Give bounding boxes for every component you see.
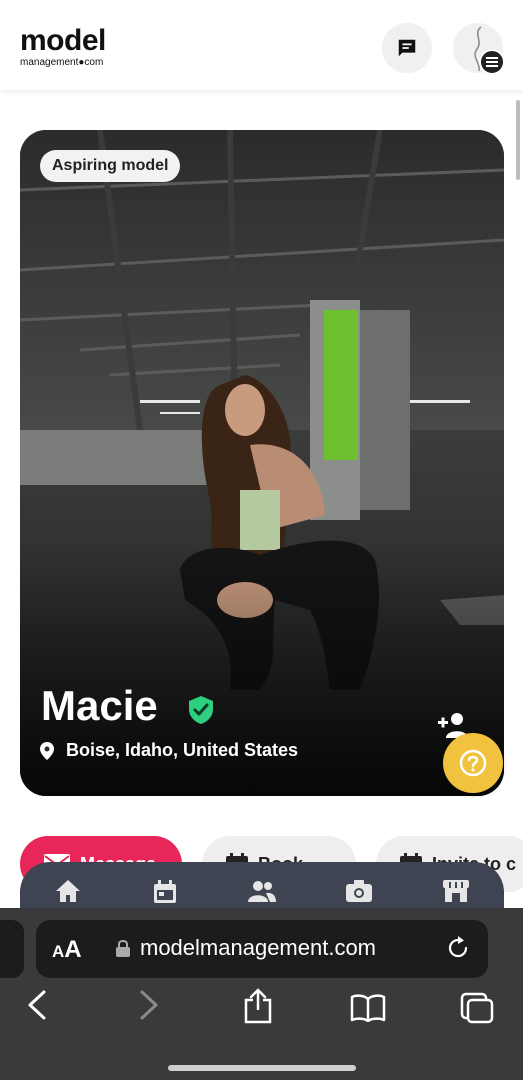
scrollbar[interactable] [516, 100, 520, 180]
nav-home[interactable] [46, 880, 90, 902]
nav-store[interactable] [434, 880, 478, 902]
tabs-icon[interactable] [460, 992, 494, 1024]
verified-shield-icon [189, 696, 213, 724]
menu-icon [479, 49, 505, 75]
location-text: Boise, Idaho, United States [66, 740, 299, 760]
people-icon [247, 881, 276, 902]
chat-icon [398, 39, 416, 57]
profile-card[interactable]: Aspiring model Macie Boise, Idaho, Unite… [20, 130, 504, 796]
status-badge: Aspiring model [40, 150, 181, 182]
forward-icon[interactable] [138, 990, 160, 1020]
nav-calendar[interactable] [143, 880, 187, 904]
nav-people[interactable] [240, 880, 284, 902]
previous-tab-preview[interactable] [0, 920, 24, 978]
home-indicator [168, 1065, 356, 1071]
question-icon [459, 749, 487, 777]
calendar-icon [154, 880, 177, 903]
back-icon[interactable] [26, 990, 48, 1020]
nav-camera[interactable] [337, 880, 381, 902]
share-icon[interactable] [243, 988, 273, 1024]
store-icon [442, 880, 469, 902]
bookmarks-icon[interactable] [350, 994, 386, 1022]
address-bar[interactable]: AA modelmanagement.com [36, 920, 488, 978]
app-header: model management●com [0, 0, 523, 90]
lock-icon [116, 940, 130, 957]
browser-toolbar: AA modelmanagement.com [0, 908, 523, 1080]
messages-button[interactable] [382, 23, 432, 73]
home-icon [56, 880, 81, 902]
logo-wordmark: model [20, 24, 106, 57]
camera-icon [345, 880, 372, 902]
profile-name: Macie [41, 682, 158, 729]
reader-settings-button[interactable]: AA [52, 936, 82, 964]
url-text: modelmanagement.com [140, 935, 377, 960]
logo-subtext: management●com [20, 57, 104, 68]
reload-icon[interactable] [446, 936, 470, 960]
location-pin-icon [40, 741, 54, 760]
logo[interactable]: model management●com [20, 26, 106, 69]
help-button[interactable] [443, 733, 503, 793]
profile-location: Boise, Idaho, United States [40, 740, 298, 761]
profile-menu-button[interactable] [453, 23, 505, 75]
